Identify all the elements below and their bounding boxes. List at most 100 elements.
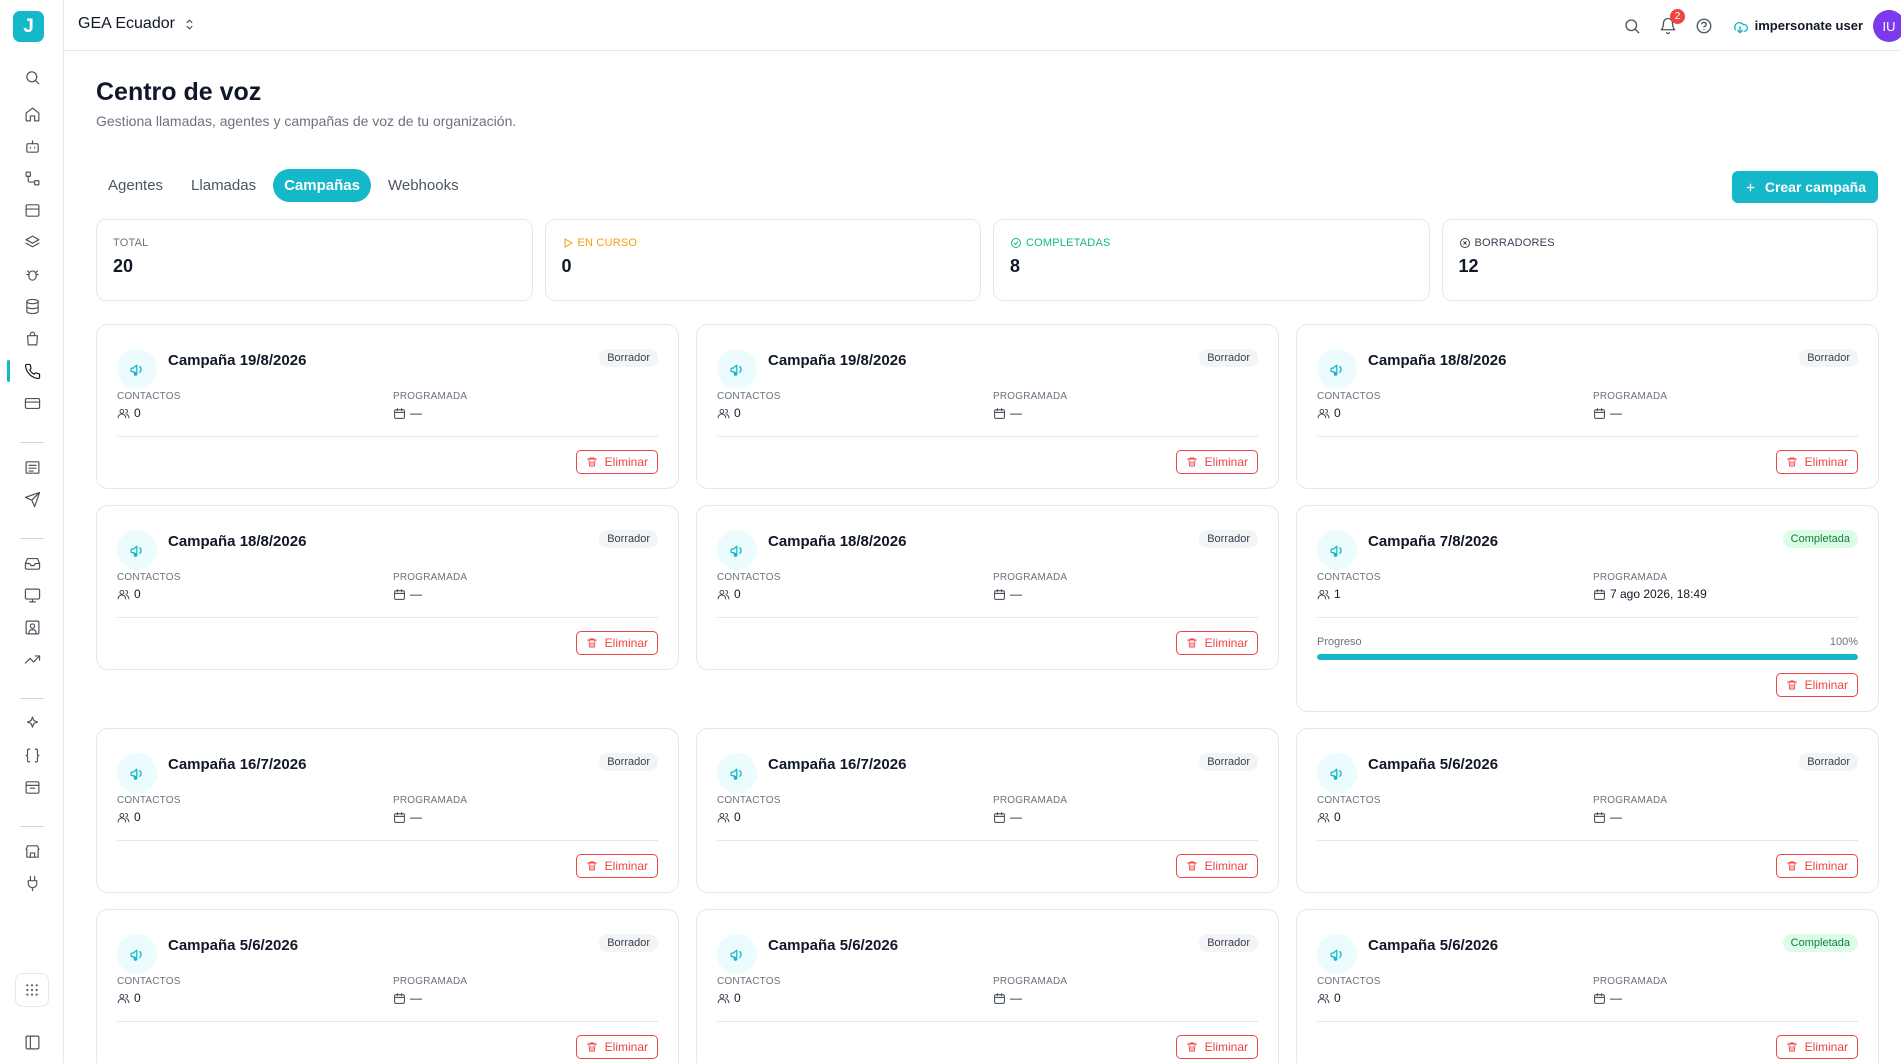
search-icon[interactable] (21, 66, 43, 88)
delete-button[interactable]: Eliminar (1775, 854, 1858, 878)
users-icon (117, 589, 130, 599)
campaign-name[interactable]: Campaña 18/8/2026 (1368, 352, 1506, 369)
package-icon[interactable] (21, 776, 43, 798)
org-switcher[interactable]: GEA Ecuador (78, 15, 196, 33)
megaphone-icon (1329, 364, 1342, 376)
delete-button[interactable]: Eliminar (1775, 673, 1858, 697)
monitor-icon[interactable] (21, 584, 43, 606)
workflow-icon[interactable] (21, 167, 43, 189)
delete-button[interactable]: Eliminar (1175, 631, 1258, 655)
avatar[interactable]: IU (1873, 10, 1901, 42)
card-footer: Eliminar (1317, 450, 1858, 474)
calendar-icon (1594, 588, 1605, 600)
delete-button[interactable]: Eliminar (575, 1035, 658, 1059)
notifications-button[interactable]: 2 (1657, 9, 1685, 37)
tab-webhooks[interactable]: Webhooks (377, 169, 470, 202)
credit-card-icon[interactable] (21, 392, 43, 414)
apps-grid-button[interactable] (15, 973, 49, 1007)
campaign-card[interactable]: Campaña 5/6/2026 Borrador CONTACTOS 0 PROGRA… (696, 909, 1279, 1063)
contact-icon[interactable] (21, 616, 43, 638)
delete-button[interactable]: Eliminar (1175, 450, 1258, 474)
archive-icon[interactable] (21, 199, 43, 221)
card-header: Campaña 19/8/2026 Borrador (117, 343, 658, 389)
tab-llamadas[interactable]: Llamadas (180, 169, 267, 202)
search-icon[interactable] (1621, 15, 1643, 37)
campaign-card[interactable]: Campaña 16/7/2026 Borrador CONTACTOS 0 PROGR… (696, 728, 1279, 893)
campaign-name[interactable]: Campaña 18/8/2026 (168, 533, 306, 550)
campaign-name[interactable]: Campaña 5/6/2026 (168, 937, 298, 954)
campaign-card[interactable]: Campaña 5/6/2026 Completada CONTACTOS 0 PROG… (1296, 909, 1879, 1063)
shopping-bag-icon[interactable] (21, 327, 43, 349)
delete-button[interactable]: Eliminar (575, 450, 658, 474)
card-title-wrap: Campaña 5/6/2026 (717, 922, 898, 974)
card-header: Campaña 18/8/2026 Borrador (1317, 343, 1858, 389)
campaign-card[interactable]: Campaña 5/6/2026 Borrador CONTACTOS 0 PROGRA… (1296, 728, 1879, 893)
campaign-icon (1317, 753, 1357, 793)
campaign-card[interactable]: Campaña 18/8/2026 Borrador CONTACTOS 0 PROGR… (96, 505, 679, 670)
create-campaign-button[interactable]: Crear campaña (1731, 171, 1878, 203)
trending-up-icon[interactable] (21, 648, 43, 670)
stat-drafts: BORRADORES 12 (1441, 219, 1878, 301)
plug-icon[interactable] (21, 872, 43, 894)
inbox-icon[interactable] (21, 552, 43, 574)
campaign-name[interactable]: Campaña 5/6/2026 (768, 937, 898, 954)
bot-icon[interactable] (21, 135, 43, 157)
campaign-card[interactable]: Campaña 18/8/2026 Borrador CONTACTOS 0 PROGR… (1296, 324, 1879, 489)
campaign-name[interactable]: Campaña 18/8/2026 (768, 533, 906, 550)
campaign-name[interactable]: Campaña 19/8/2026 (768, 352, 906, 369)
campaign-card[interactable]: Campaña 19/8/2026 Borrador CONTACTOS 0 PROGR… (696, 324, 1279, 489)
braces-icon[interactable] (21, 744, 43, 766)
home-icon[interactable] (21, 103, 43, 125)
campaign-meta: CONTACTOS 0 PROGRAMADA — (717, 976, 1258, 1005)
layers-icon[interactable] (21, 231, 43, 253)
cloud-sync-icon[interactable] (1729, 15, 1751, 37)
stat-completed-header: COMPLETADAS (1010, 237, 1413, 249)
delete-button[interactable]: Eliminar (575, 854, 658, 878)
campaign-name[interactable]: Campaña 7/8/2026 (1368, 533, 1498, 550)
contacts-label: CONTACTOS (717, 976, 781, 987)
play-icon (564, 238, 573, 248)
campaign-name[interactable]: Campaña 19/8/2026 (168, 352, 306, 369)
scheduled-value: — (1010, 406, 1022, 420)
campaign-name[interactable]: Campaña 16/7/2026 (168, 756, 306, 773)
scheduled-value-row: — (993, 587, 1258, 601)
delete-button[interactable]: Eliminar (575, 631, 658, 655)
store-icon[interactable] (21, 840, 43, 862)
delete-button[interactable]: Eliminar (1775, 1035, 1858, 1059)
app-logo[interactable]: J (13, 11, 44, 42)
campaign-card[interactable]: Campaña 5/6/2026 Borrador CONTACTOS 0 PROGRA… (96, 909, 679, 1063)
campaign-card[interactable]: Campaña 19/8/2026 Borrador CONTACTOS 0 PROGR… (96, 324, 679, 489)
card-title-wrap: Campaña 5/6/2026 (1317, 741, 1498, 793)
scheduled-label: PROGRAMADA (993, 976, 1068, 987)
delete-button[interactable]: Eliminar (1175, 854, 1258, 878)
campaign-card[interactable]: Campaña 18/8/2026 Borrador CONTACTOS 0 PROGR… (696, 505, 1279, 670)
delete-button[interactable]: Eliminar (1775, 450, 1858, 474)
contacts-value-row: 0 (717, 810, 993, 824)
user-name[interactable]: impersonate user (1755, 18, 1863, 33)
scheduled-label: PROGRAMADA (393, 795, 468, 806)
scheduled-value: 7 ago 2026, 18:49 (1610, 587, 1707, 601)
bug-icon[interactable] (21, 263, 43, 285)
tab-campanas[interactable]: Campañas (273, 169, 371, 202)
sparkles-icon[interactable] (21, 712, 43, 734)
campaign-card[interactable]: Campaña 16/7/2026 Borrador CONTACTOS 0 PROGR… (96, 728, 679, 893)
scheduled-field: PROGRAMADA — (993, 391, 1258, 420)
database-icon[interactable] (21, 295, 43, 317)
campaign-name[interactable]: Campaña 5/6/2026 (1368, 937, 1498, 954)
card-footer: Eliminar (717, 450, 1258, 474)
send-icon[interactable] (21, 488, 43, 510)
card-divider (117, 1021, 658, 1022)
campaign-card[interactable]: Campaña 7/8/2026 Completada CONTACTOS 1 PROG… (1296, 505, 1879, 712)
campaign-name[interactable]: Campaña 5/6/2026 (1368, 756, 1498, 773)
main-content: Centro de voz Gestiona llamadas, agentes… (64, 51, 1901, 1063)
status-badge: Borrador (1199, 753, 1258, 771)
phone-icon[interactable] (21, 360, 43, 382)
tab-agentes[interactable]: Agentes (97, 169, 174, 202)
help-icon[interactable] (1693, 15, 1715, 37)
scheduled-value-row: — (393, 587, 658, 601)
sidebar-toggle-icon[interactable] (21, 1031, 43, 1053)
contacts-value: 0 (734, 406, 741, 420)
list-icon[interactable] (21, 456, 43, 478)
delete-button[interactable]: Eliminar (1175, 1035, 1258, 1059)
campaign-name[interactable]: Campaña 16/7/2026 (768, 756, 906, 773)
